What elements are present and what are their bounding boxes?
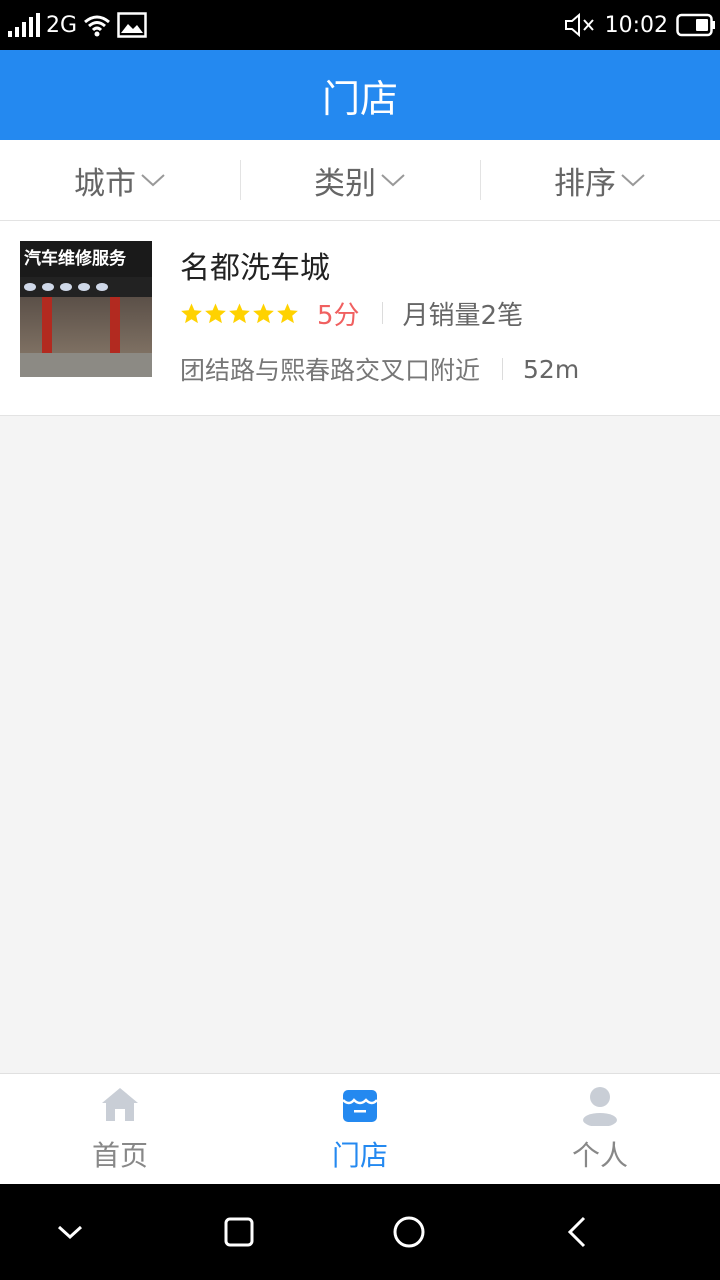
star-icon [181, 302, 202, 323]
tab-store-label: 门店 [331, 1139, 388, 1172]
star-icon [277, 302, 298, 323]
store-sales: 月销量2笔 [402, 300, 524, 331]
store-address: 团结路与熙春路交叉口附近 [180, 356, 481, 385]
filter-city[interactable]: 城市 [0, 140, 240, 220]
mute-icon [564, 12, 594, 38]
tab-home-label: 首页 [91, 1139, 148, 1172]
home-icon [102, 1088, 138, 1121]
filter-bar: 城市 类别 排序 [0, 140, 720, 221]
battery-icon [676, 13, 715, 37]
page-title: 门店 [321, 76, 398, 121]
chevron-down-icon [381, 174, 405, 187]
home-circle-icon[interactable] [389, 1212, 429, 1252]
filter-sort-label: 排序 [554, 165, 616, 202]
system-nav-bar [0, 1184, 720, 1280]
filter-sort[interactable]: 排序 [480, 140, 720, 220]
filter-city-label: 城市 [74, 165, 136, 202]
store-distance: 52m [523, 354, 580, 384]
bottom-tab-bar: 首页 门店 个人 [0, 1073, 720, 1184]
star-icon [229, 302, 250, 323]
divider [502, 358, 504, 380]
star-rating [180, 302, 299, 325]
recents-icon[interactable] [219, 1212, 259, 1252]
chevron-down-icon [141, 174, 165, 187]
star-icon [253, 302, 274, 323]
signal-icon [8, 13, 40, 37]
clock: 10:02 [604, 12, 668, 38]
app-header: 门店 [0, 50, 720, 140]
network-type: 2G [46, 12, 78, 38]
store-icon [342, 1090, 378, 1122]
person-icon [583, 1087, 617, 1126]
collapse-icon[interactable] [50, 1212, 90, 1252]
store-name: 名都洗车城 [180, 251, 330, 286]
tab-home[interactable]: 首页 [0, 1074, 240, 1184]
back-icon[interactable] [558, 1212, 598, 1252]
chevron-down-icon [621, 174, 645, 187]
tab-store[interactable]: 门店 [240, 1074, 480, 1184]
filter-category-label: 类别 [314, 165, 376, 202]
tab-profile[interactable]: 个人 [480, 1074, 720, 1184]
store-rating-row: 5分 月销量2笔 [180, 296, 524, 331]
star-icon [205, 302, 226, 323]
store-score: 5分 [317, 300, 360, 331]
divider [381, 302, 383, 324]
wifi-icon [84, 15, 111, 37]
status-left: 2G [8, 8, 147, 42]
image-icon [117, 12, 147, 38]
store-address-row: 团结路与熙春路交叉口附近 52m [180, 352, 579, 386]
status-right: 10:02 [563, 8, 716, 42]
store-thumbnail: 汽车维修服务 [20, 241, 152, 377]
thumbnail-sign-text: 汽车维修服务 [20, 241, 152, 277]
filter-category[interactable]: 类别 [240, 140, 480, 220]
tab-profile-label: 个人 [571, 1139, 628, 1172]
status-bar: 2G 10:02 [0, 0, 720, 50]
